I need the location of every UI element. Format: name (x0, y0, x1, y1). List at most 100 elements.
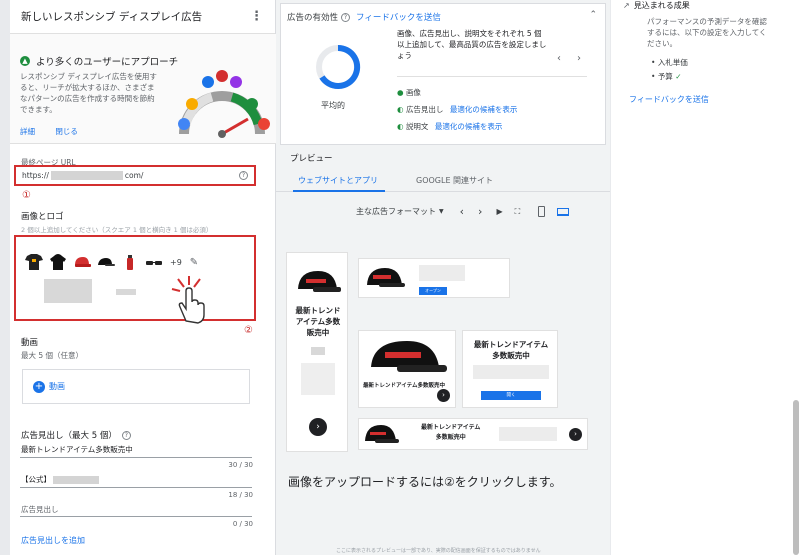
suggestion-line: 画像、広告見出し、説明文をそれぞれ 5 個 (397, 29, 542, 38)
logo-placeholder (116, 289, 136, 295)
help-icon[interactable]: ? (239, 171, 248, 180)
cap-image (298, 271, 341, 292)
open-button[interactable]: オープン (419, 287, 447, 295)
editor-header: 新しいレスポンシブ ディスプレイ広告 ⋮ (10, 0, 275, 34)
suggestion-line: ょう (397, 51, 412, 60)
tshirt-thumbnail[interactable] (24, 253, 44, 271)
editor-title: 新しいレスポンシブ ディスプレイ広告 (21, 11, 203, 23)
ad-editor-panel: 新しいレスポンシブ ディスプレイ広告 ⋮ ▲ より多くのユーザーにアプローチ レ… (10, 0, 276, 555)
preview-toolbar: 主な広告フォーマット ▼ ‹ › ▶ ⛶ (356, 205, 570, 218)
format-dropdown[interactable]: 主な広告フォーマット (356, 206, 436, 217)
headline-field-2[interactable]: 【公式】 (21, 474, 99, 485)
headline-field-3[interactable]: 広告見出し (21, 504, 59, 515)
video-title: 動画 (21, 338, 39, 348)
images-upload-area[interactable]: +9 ✎ (14, 235, 256, 324)
active-tab-indicator (293, 190, 385, 192)
results-line: ださい。 (647, 39, 677, 48)
feedback-link[interactable]: フィードバックを送信 (629, 94, 709, 105)
desktop-icon[interactable] (557, 207, 570, 216)
bottle-thumbnail[interactable] (120, 253, 140, 271)
ad-headline: 最新トレンドアイテム 多数販売中 (463, 339, 559, 361)
tab-websites-apps[interactable]: ウェブサイトとアプリ (298, 175, 378, 186)
ad-headline: 最新トレンドアイテム 多数販売中 (421, 423, 480, 443)
fullscreen-icon[interactable]: ⛶ (515, 207, 521, 217)
logo-placeholder (311, 347, 325, 355)
cap-image (371, 341, 447, 372)
dropdown-caret-icon[interactable]: ▼ (439, 208, 444, 215)
collapse-chevron-icon[interactable]: ⌃ (589, 10, 597, 20)
next-arrow-button[interactable]: › (569, 428, 582, 441)
trend-up-icon: ▲ (20, 56, 30, 66)
red-cap-thumbnail[interactable] (72, 253, 92, 271)
cap-image (365, 425, 399, 443)
headline-redacted (53, 475, 99, 484)
view-suggestions-link[interactable]: 最適化の候補を表示 (450, 105, 518, 114)
ad-preview-banner: オープン (358, 258, 510, 298)
url-prefix: https:// (22, 170, 49, 180)
open-button[interactable]: 開く (481, 391, 541, 400)
preview-tabs: ウェブサイトとアプリ GOOGLE 関連サイト (276, 170, 610, 192)
promo-body: レスポンシブ ディスプレイ広告を使用す ると、リーチが拡大するほか、さまざま な… (20, 71, 160, 115)
close-link[interactable]: 閉じる (55, 127, 78, 136)
results-body: パフォーマンスの予測データを確認 するには、以下の設定を入力してく ださい。 (647, 16, 767, 49)
next-arrow-button[interactable]: › (309, 418, 327, 436)
item-label: 予算 (657, 72, 673, 81)
more-images-count: +9 (170, 257, 182, 267)
mobile-icon[interactable] (538, 206, 546, 217)
field-underline (20, 487, 252, 488)
logo-placeholder (44, 279, 92, 303)
prev-arrow-icon[interactable]: ‹ (460, 205, 464, 218)
promo-heading: より多くのユーザーにアプローチ (36, 57, 179, 68)
ad-headline-line: 販売中 (306, 328, 330, 337)
item-label: 入札単価 (657, 58, 688, 67)
next-arrow-button[interactable]: › (437, 389, 450, 402)
final-url-input[interactable]: https:// com/ ? (14, 165, 256, 186)
next-suggestion-icon[interactable]: › (577, 53, 581, 64)
ad-strength-rating: 平均的 (321, 101, 345, 110)
ad-strength-title: 広告の有効性 (287, 13, 339, 23)
preview-panel: 広告の有効性 ? フィードバックを送信 ⌃ 平均的 画像、広告見出し、説明文をそ… (276, 0, 610, 555)
help-icon[interactable]: ? (121, 430, 131, 440)
shades-thumbnail[interactable] (144, 253, 164, 271)
feedback-link[interactable]: フィードバックを送信 (356, 11, 441, 23)
headlines-title: 広告見出し（最大 5 個） (21, 431, 117, 441)
headline-field-1[interactable]: 最新トレンドアイテム多数販売中 (21, 444, 133, 455)
reach-gauge-illustration (178, 70, 270, 138)
view-suggestions-link[interactable]: 最適化の候補を表示 (435, 122, 503, 131)
ad-headline-line: 最新トレンドアイテム (473, 340, 549, 349)
ad-preview-leaderboard: 最新トレンドアイテム 多数販売中 › (358, 418, 588, 450)
more-menu-icon[interactable]: ⋮ (250, 9, 263, 24)
detail-link[interactable]: 詳細 (20, 127, 35, 136)
char-counter: 30 / 30 (228, 461, 253, 469)
help-icon[interactable]: ? (341, 12, 351, 22)
video-hint: 最大 5 個（任意） (21, 351, 84, 360)
prev-suggestion-icon[interactable]: ‹ (557, 53, 561, 64)
images-title: 画像とロゴ (21, 212, 64, 222)
ad-headline: 最新トレンドアイテム多数販売中 (363, 383, 445, 389)
ad-headline-line: 最新トレンド (295, 306, 341, 315)
ad-strength-card: 広告の有効性 ? フィードバックを送信 ⌃ 平均的 画像、広告見出し、説明文をそ… (280, 3, 606, 145)
add-headline-link[interactable]: 広告見出しを追加 (21, 535, 85, 546)
play-icon[interactable]: ▶ (496, 207, 502, 216)
text-placeholder (473, 365, 549, 379)
results-item: • 入札単価 (651, 58, 688, 67)
half-circle-icon: ◐ (397, 122, 404, 131)
images-hint: 2 個以上追加してください（スクエア 1 個と横向き 1 個は必須） (21, 226, 213, 234)
headline-prefix: 【公式】 (21, 475, 51, 484)
suggestion-text: 画像、広告見出し、説明文をそれぞれ 5 個 以上追加して、最高品質の広告を設定し… (397, 28, 567, 61)
black-cap-thumbnail[interactable] (96, 253, 116, 271)
callout-marker-1: ① (22, 190, 31, 201)
page-scrollbar[interactable] (793, 400, 799, 555)
ad-headline-line: アイテム多数 (295, 317, 341, 326)
promo-line: できます。 (20, 105, 57, 114)
click-hand-icon (171, 276, 205, 324)
tab-google-sites[interactable]: GOOGLE 関連サイト (416, 175, 493, 186)
text-placeholder (419, 265, 465, 281)
next-arrow-icon[interactable]: › (478, 205, 482, 218)
add-video-button[interactable]: + 動画 (22, 369, 250, 404)
asset-label: 説明文 (405, 122, 429, 131)
hoodie-thumbnail[interactable] (48, 253, 68, 271)
edit-pencil-icon[interactable]: ✎ (190, 257, 198, 268)
trend-icon: ↗ (623, 1, 630, 10)
ad-preview-skyscraper: 最新トレンド アイテム多数 販売中 › (286, 252, 348, 452)
